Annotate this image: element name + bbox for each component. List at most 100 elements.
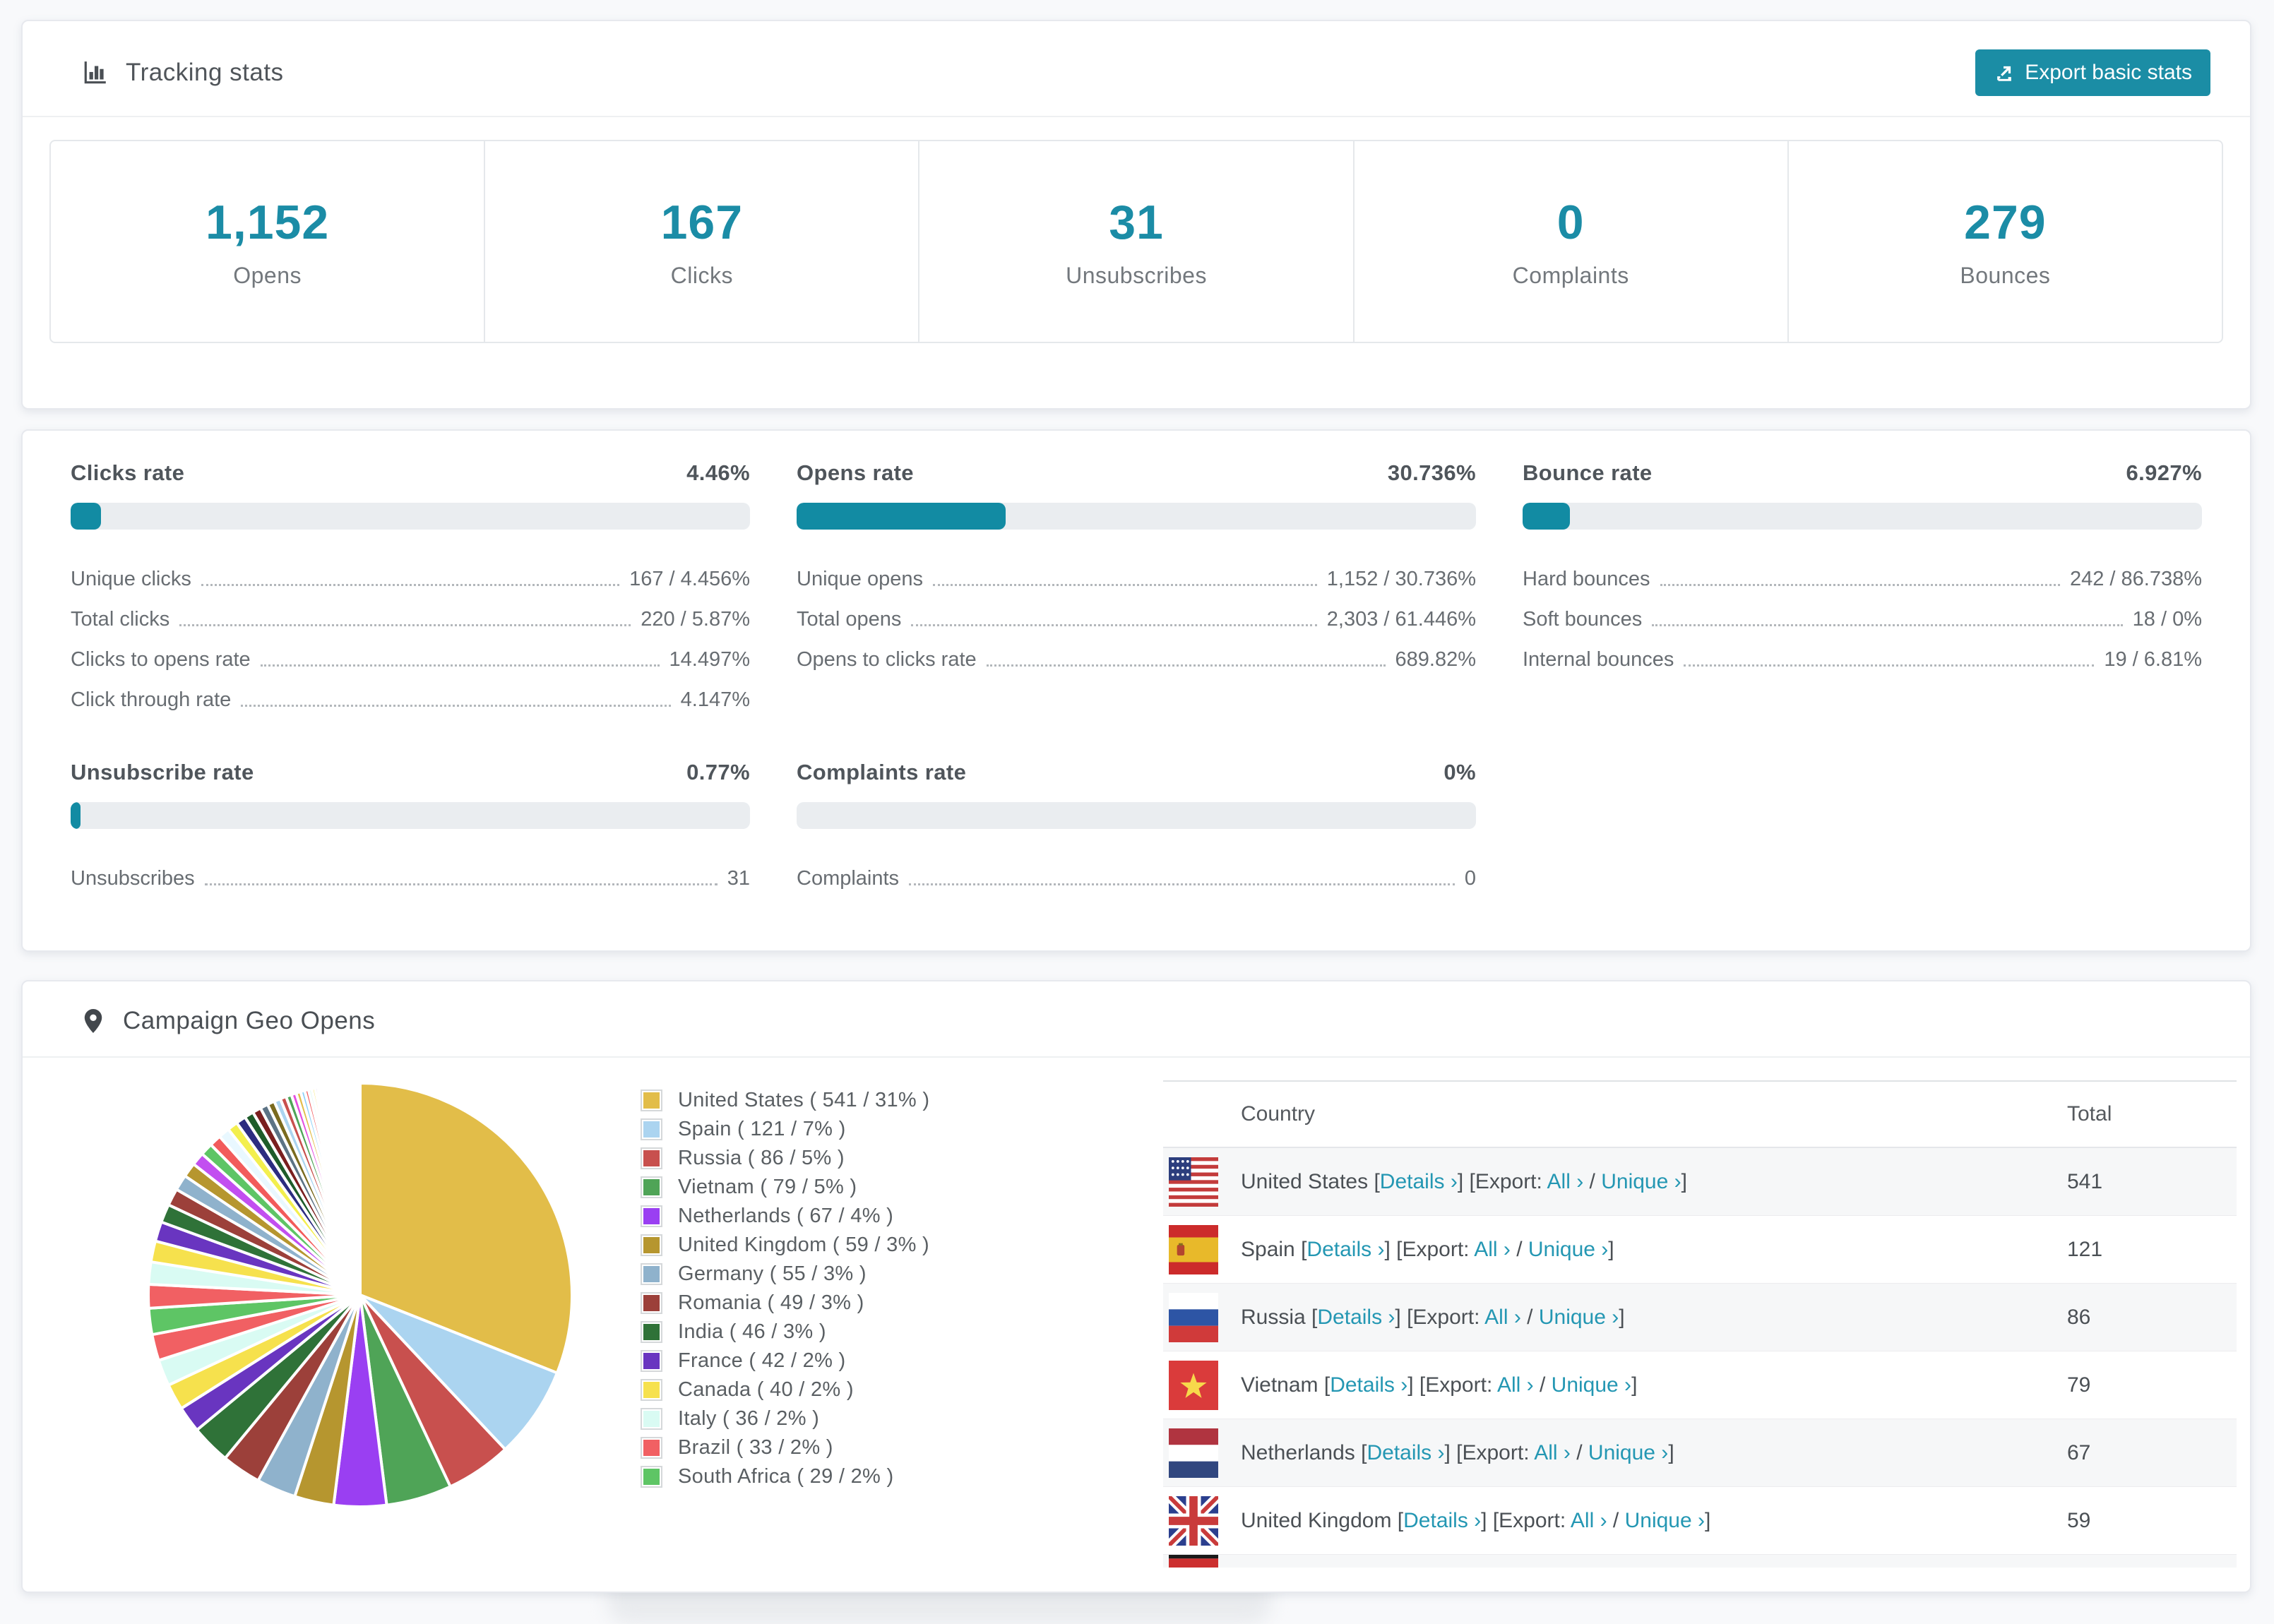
rate-title-row: Clicks rate 4.46%: [71, 460, 750, 486]
rate-title-row: Complaints rate 0%: [797, 760, 1476, 785]
legend-swatch: [641, 1205, 662, 1227]
legend-swatch: [641, 1292, 662, 1314]
details-link[interactable]: Details ›: [1403, 1509, 1481, 1532]
legend-item-vietnam: Vietnam ( 79 / 5% ): [641, 1173, 929, 1202]
dotted-leader: [1660, 584, 2060, 586]
legend-swatch-color: [643, 1237, 660, 1253]
bracket: ]: [1681, 1169, 1687, 1193]
bracket: ] [Export:: [1444, 1440, 1535, 1464]
export-unique-link[interactable]: Unique ›: [1528, 1238, 1608, 1261]
export-basic-stats-button[interactable]: Export basic stats: [1975, 49, 2210, 96]
legend-swatch-color: [643, 1382, 660, 1398]
rate-progress-track: [797, 503, 1476, 530]
export-unique-link[interactable]: Unique ›: [1625, 1509, 1705, 1532]
table-cell-total: 59: [2067, 1508, 2091, 1532]
legend-swatch: [641, 1089, 662, 1111]
rate-detail-value: 167 / 4.456%: [629, 567, 750, 590]
export-all-link[interactable]: All ›: [1571, 1509, 1607, 1532]
legend-swatch-color: [643, 1121, 660, 1138]
legend-label: Spain ( 121 / 7% ): [678, 1118, 846, 1140]
dotted-leader: [204, 883, 718, 885]
export-all-link[interactable]: All ›: [1534, 1441, 1571, 1464]
rate-progress-fill: [71, 802, 81, 829]
table-cell-total: 541: [2067, 1169, 2103, 1193]
dotted-leader: [1652, 624, 2123, 626]
rate-detail-label: Clicks to opens rate: [71, 647, 251, 671]
separator: /: [1607, 1508, 1625, 1532]
legend-item-romania: Romania ( 49 / 3% ): [641, 1289, 929, 1318]
bracket: [: [1374, 1169, 1380, 1193]
bracket: ]: [1668, 1440, 1674, 1464]
legend-label: Netherlands ( 67 / 4% ): [678, 1205, 894, 1227]
bracket: ]: [1705, 1508, 1711, 1532]
rate-detail-row: Clicks to opens rate 14.497%: [71, 631, 750, 671]
rate-title: Complaints rate: [797, 760, 967, 784]
details-link[interactable]: Details ›: [1367, 1441, 1444, 1464]
rate-detail-value: 689.82%: [1395, 647, 1477, 671]
table-cell-total: 67: [2067, 1440, 2091, 1464]
export-unique-link[interactable]: Unique ›: [1601, 1170, 1681, 1193]
geo-section-title: Campaign Geo Opens: [123, 1007, 376, 1034]
export-all-link[interactable]: All ›: [1547, 1170, 1584, 1193]
table-cell-country: United Kingdom [Details ›] [Export: All …: [1218, 1509, 2067, 1533]
legend-item-germany: Germany ( 55 / 3% ): [641, 1260, 929, 1289]
rate-detail-label: Hard bounces: [1523, 567, 1650, 590]
legend-swatch-color: [643, 1469, 660, 1485]
rate-progress-fill: [71, 503, 101, 530]
dotted-leader: [179, 624, 631, 626]
stat-label: Bounces: [1960, 262, 2051, 288]
rate-title: Bounce rate: [1523, 460, 1653, 485]
stat-value: 279: [1964, 195, 2047, 249]
legend-item-south-africa: South Africa ( 29 / 2% ): [641, 1462, 929, 1491]
rate-detail-label: Opens to clicks rate: [797, 647, 977, 671]
legend-item-russia: Russia ( 86 / 5% ): [641, 1144, 929, 1173]
legend-item-netherlands: Netherlands ( 67 / 4% ): [641, 1202, 929, 1231]
details-link[interactable]: Details ›: [1306, 1238, 1384, 1261]
geo-table-scroll[interactable]: Country Total United States [Details ›] …: [1163, 1080, 2237, 1568]
rate-detail-row: Total opens 2,303 / 61.446%: [797, 591, 1476, 631]
separator: /: [1510, 1237, 1528, 1261]
stat-label: Opens: [233, 262, 302, 288]
legend-swatch: [641, 1176, 662, 1198]
stat-label: Unsubscribes: [1066, 262, 1207, 288]
rate-detail-value: 31: [727, 866, 750, 890]
legend-label: Russia ( 86 / 5% ): [678, 1147, 845, 1169]
export-all-link[interactable]: All ›: [1497, 1373, 1534, 1397]
legend-item-spain: Spain ( 121 / 7% ): [641, 1115, 929, 1144]
table-cell-country: Russia [Details ›] [Export: All › / Uniq…: [1218, 1306, 2067, 1330]
legend-swatch: [641, 1321, 662, 1343]
legend-label: Canada ( 40 / 2% ): [678, 1378, 854, 1401]
details-link[interactable]: Details ›: [1317, 1306, 1395, 1329]
rate-detail-row: Click through rate 4.147%: [71, 671, 750, 712]
bracket: ] [Export:: [1481, 1508, 1571, 1532]
bracket: ] [Export:: [1384, 1237, 1475, 1261]
legend-label: France ( 42 / 2% ): [678, 1349, 846, 1372]
export-unique-link[interactable]: Unique ›: [1539, 1306, 1619, 1329]
legend-item-brazil: Brazil ( 33 / 2% ): [641, 1433, 929, 1462]
rate-detail-row: Unsubscribes 31: [71, 850, 750, 890]
rate-detail-value: 4.147%: [680, 688, 750, 711]
export-unique-link[interactable]: Unique ›: [1552, 1373, 1631, 1397]
table-cell-country: Netherlands [Details ›] [Export: All › /…: [1218, 1441, 2067, 1465]
details-link[interactable]: Details ›: [1330, 1373, 1407, 1397]
table-cell-total: 86: [2067, 1305, 2091, 1329]
export-all-link[interactable]: All ›: [1484, 1306, 1521, 1329]
rate-value: 4.46%: [686, 460, 750, 485]
export-unique-link[interactable]: Unique ›: [1588, 1441, 1668, 1464]
legend-swatch-color: [643, 1092, 660, 1109]
bracket: [: [1397, 1508, 1404, 1532]
export-button-label: Export basic stats: [2025, 61, 2192, 84]
summary-stat-unsubscribes: 31 Unsubscribes: [919, 141, 1355, 342]
rate-detail-rows: Unsubscribes 31: [71, 850, 750, 890]
table-row-partial: [1163, 1555, 2237, 1568]
stat-value: 0: [1556, 195, 1585, 249]
legend-swatch: [641, 1263, 662, 1285]
details-link[interactable]: Details ›: [1380, 1170, 1458, 1193]
rate-detail-row: Soft bounces 18 / 0%: [1523, 591, 2202, 631]
bracket: ]: [1631, 1373, 1638, 1397]
legend-label: Vietnam ( 79 / 5% ): [678, 1176, 857, 1198]
legend-swatch: [641, 1350, 662, 1372]
export-all-link[interactable]: All ›: [1474, 1238, 1511, 1261]
country-name: United States: [1241, 1169, 1374, 1193]
rate-detail-value: 220 / 5.87%: [641, 607, 750, 631]
